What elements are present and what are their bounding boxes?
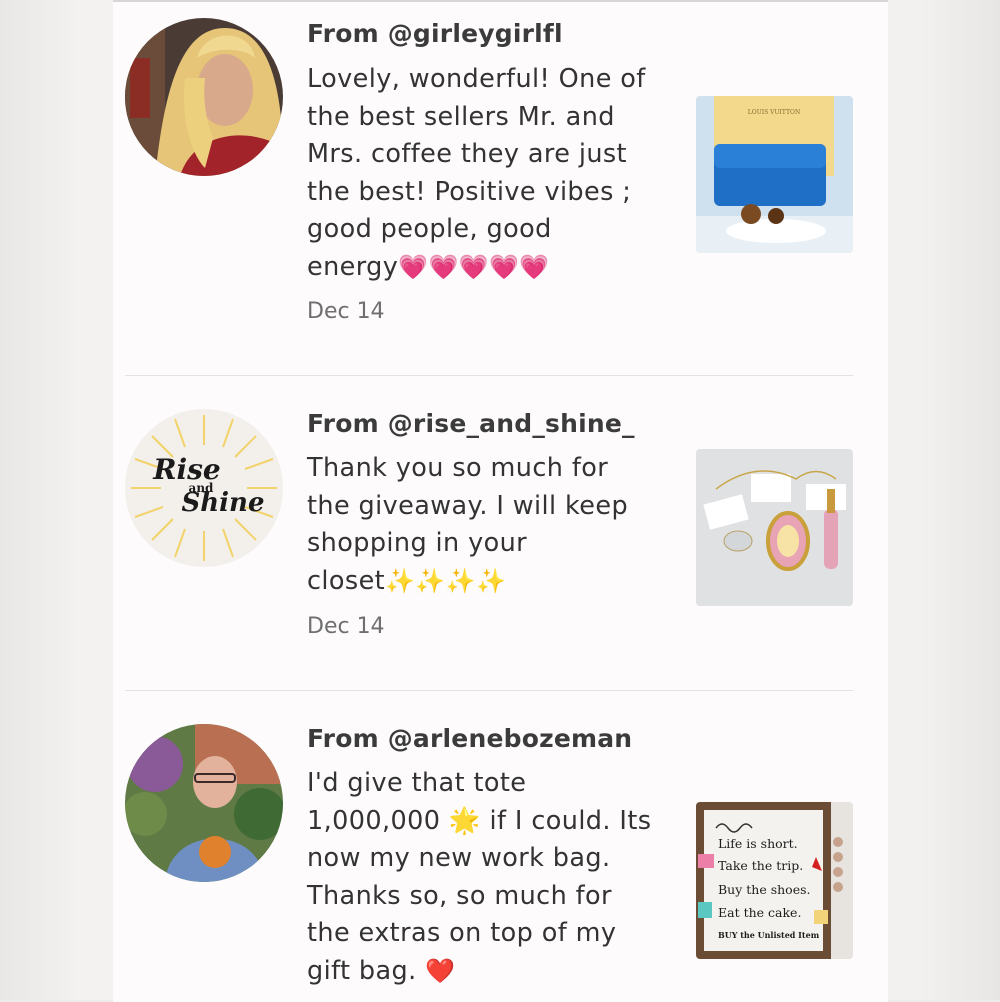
review-item: Rise and Shine From @rise_and_shine_ Tha…: [113, 376, 888, 691]
user-photo-icon: [125, 724, 283, 882]
review-line: the best sellers Mr. and: [307, 101, 615, 132]
review-author[interactable]: From @rise_and_shine_: [307, 409, 635, 438]
item-thumbnail[interactable]: [696, 449, 853, 606]
review-text: I'd give that tote 1,000,000 🌟 if I coul…: [307, 765, 677, 990]
review-line: gift bag. ❤️: [307, 953, 677, 991]
review-line: the best! Positive vibes ;: [307, 176, 632, 207]
review-line: Thanks so, so much for: [307, 880, 612, 911]
review-text: Thank you so much for the giveaway. I wi…: [307, 450, 677, 600]
review-line: the giveaway. I will keep: [307, 490, 629, 521]
review-line: Mrs. coffee they are just: [307, 139, 627, 169]
review-line-text: energy: [307, 251, 399, 282]
avatar[interactable]: [125, 18, 283, 176]
review-author[interactable]: From @arlenebozeman: [307, 724, 632, 753]
sign-line: Eat the cake.: [718, 905, 801, 920]
review-line-text: gift bag.: [307, 955, 417, 986]
review-line: energy💗💗💗💗💗: [307, 249, 677, 287]
item-thumbnail[interactable]: Life is short. Take the trip. Buy the sh…: [696, 802, 853, 959]
review-text: Lovely, wonderful! One of the best selle…: [307, 61, 677, 286]
sparkles-emoji-icons: ✨✨✨✨: [385, 566, 507, 595]
review-line: Lovely, wonderful! One of: [307, 64, 646, 94]
logo-word-shine: Shine: [181, 488, 264, 518]
review-item: From @girleygirlfl Lovely, wonderful! On…: [113, 2, 888, 376]
review-line: shopping in your: [307, 528, 528, 558]
heart-emoji-icon: ❤️: [425, 956, 456, 985]
ornaments-photo-icon: [696, 449, 853, 606]
review-line: now my new work bag.: [307, 843, 611, 873]
review-line: closet✨✨✨✨: [307, 563, 677, 601]
review-item: From @arlenebozeman I'd give that tote 1…: [113, 691, 888, 1002]
review-date: Dec 14: [307, 614, 385, 639]
review-line: Thank you so much for: [307, 453, 609, 483]
review-author[interactable]: From @girleygirlfl: [307, 19, 563, 48]
item-thumbnail[interactable]: LOUIS VUITTON: [696, 96, 853, 253]
sign-photo-icon: Life is short. Take the trip. Buy the sh…: [696, 802, 853, 959]
review-line: 1,000,000 🌟 if I could. Its: [307, 805, 652, 836]
review-line: I'd give that tote: [307, 768, 527, 798]
review-line-text: closet: [307, 565, 386, 596]
reviews-panel: From @girleygirlfl Lovely, wonderful! On…: [113, 0, 888, 1002]
heart-emoji-icons: 💗💗💗💗💗: [398, 252, 550, 281]
review-line: the extras on top of my: [307, 918, 617, 948]
sign-line: Take the trip.: [718, 858, 803, 873]
rise-and-shine-logo-icon: Rise and Shine: [125, 409, 283, 567]
sign-line: Buy the shoes.: [718, 882, 811, 897]
sign-line: BUY the Unlisted Item: [718, 930, 820, 940]
avatar[interactable]: [125, 724, 283, 882]
review-line: good people, good: [307, 214, 552, 244]
user-photo-icon: [125, 18, 283, 176]
thumb-brand-label: LOUIS VUITTON: [748, 109, 800, 116]
wallet-photo-icon: LOUIS VUITTON: [696, 96, 853, 253]
avatar[interactable]: Rise and Shine: [125, 409, 283, 567]
review-date: Dec 14: [307, 299, 385, 324]
sign-line: Life is short.: [718, 836, 798, 851]
